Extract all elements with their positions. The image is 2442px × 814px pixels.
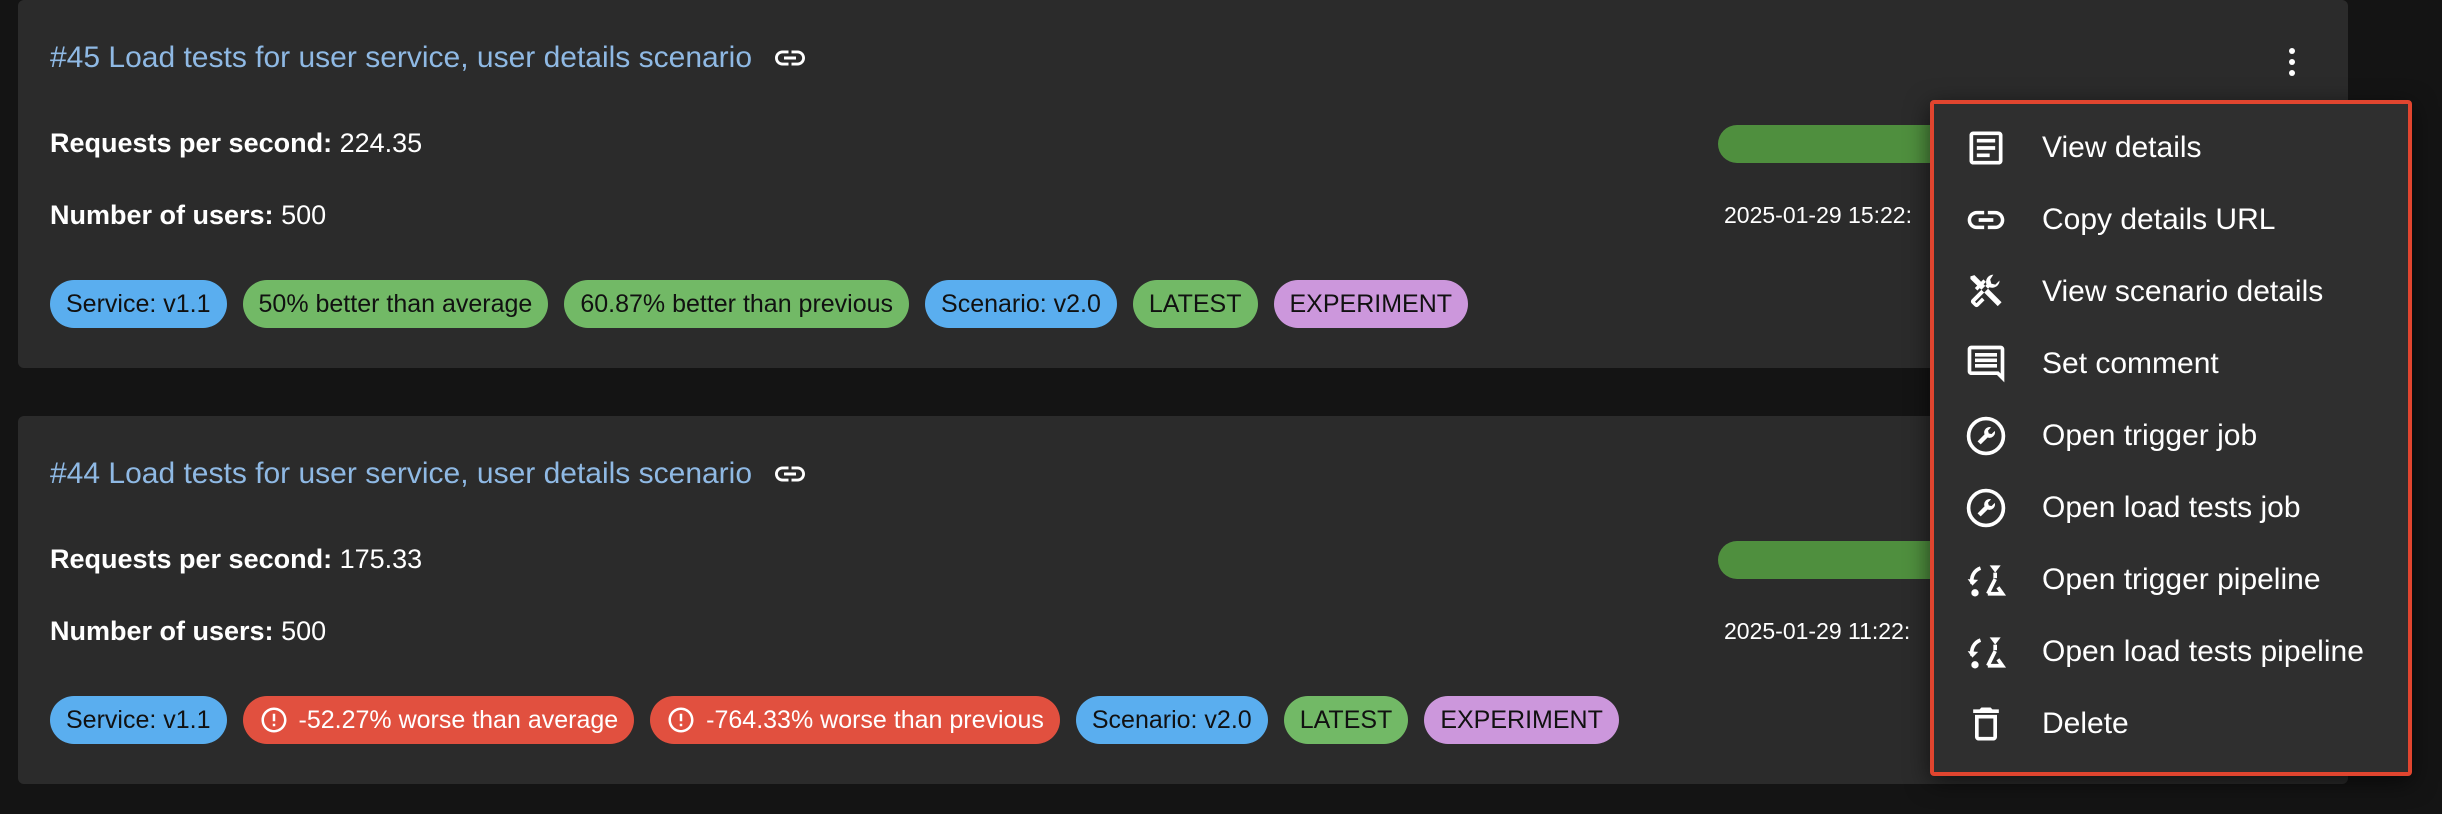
menu-item-set-comment[interactable]: Set comment	[1934, 328, 2408, 400]
users-value: 500	[281, 200, 327, 230]
menu-item-label: Open trigger pipeline	[2042, 563, 2321, 596]
chip-list: Service: v1.1 50% better than average 60…	[50, 280, 1469, 328]
menu-item-copy-details-url[interactable]: Copy details URL	[1934, 184, 2408, 256]
latest-chip: LATEST	[1283, 696, 1409, 744]
service-version-chip: Service: v1.1	[50, 696, 227, 744]
link-icon[interactable]	[772, 40, 808, 76]
service-version-chip: Service: v1.1	[50, 280, 227, 328]
number-of-users: Number of users: 500	[50, 616, 326, 647]
link-icon[interactable]	[772, 456, 808, 492]
users-label: Number of users:	[50, 200, 274, 230]
card-title: #44 Load tests for user service, user de…	[50, 456, 808, 492]
menu-item-view-scenario-details[interactable]: View scenario details	[1934, 256, 2408, 328]
number-of-users: Number of users: 500	[50, 200, 326, 231]
scenario-version-chip: Scenario: v2.0	[925, 280, 1117, 328]
menu-item-label: Copy details URL	[2042, 203, 2276, 236]
run-datetime: 2025-01-29 11:22:	[1724, 618, 1911, 644]
experiment-chip: EXPERIMENT	[1273, 280, 1469, 328]
pipeline-icon	[1964, 630, 2008, 674]
previous-comparison-chip: -764.33% worse than previous	[650, 696, 1060, 744]
rps-label: Requests per second:	[50, 128, 333, 158]
chip-label: -52.27% worse than average	[298, 705, 619, 734]
users-value: 500	[281, 616, 327, 646]
menu-item-delete[interactable]: Delete	[1934, 688, 2408, 760]
card-title-link[interactable]: #44 Load tests for user service, user de…	[50, 457, 752, 491]
card-title-link[interactable]: #45 Load tests for user service, user de…	[50, 41, 752, 75]
menu-item-open-trigger-job[interactable]: Open trigger job	[1934, 400, 2408, 472]
requests-per-second: Requests per second: 224.35	[50, 128, 422, 159]
article-icon	[1964, 126, 2008, 170]
pipeline-icon	[1964, 558, 2008, 602]
average-comparison-chip: 50% better than average	[242, 280, 549, 328]
warning-icon	[259, 705, 289, 735]
more-options-icon[interactable]	[2280, 42, 2304, 82]
card-title: #45 Load tests for user service, user de…	[50, 40, 808, 76]
run-datetime: 2025-01-29 15:22:	[1724, 202, 1912, 228]
latest-chip: LATEST	[1132, 280, 1258, 328]
warning-icon	[666, 705, 696, 735]
menu-item-label: Open load tests pipeline	[2042, 635, 2364, 668]
menu-item-open-load-tests-pipeline[interactable]: Open load tests pipeline	[1934, 616, 2408, 688]
requests-per-second: Requests per second: 175.33	[50, 544, 422, 575]
menu-item-open-trigger-pipeline[interactable]: Open trigger pipeline	[1934, 544, 2408, 616]
menu-item-label: Delete	[2042, 707, 2129, 740]
wrench-circle-icon	[1964, 414, 2008, 458]
menu-item-label: Open trigger job	[2042, 419, 2258, 452]
menu-item-label: Open load tests job	[2042, 491, 2301, 524]
average-comparison-chip: -52.27% worse than average	[242, 696, 635, 744]
scenario-version-chip: Scenario: v2.0	[1075, 696, 1268, 744]
menu-item-label: Set comment	[2042, 347, 2219, 380]
rps-value: 224.35	[339, 128, 423, 158]
trash-icon	[1964, 702, 2008, 746]
comment-icon	[1964, 342, 2008, 386]
rps-value: 175.33	[339, 544, 423, 574]
previous-comparison-chip: 60.87% better than previous	[564, 280, 910, 328]
menu-item-label: View scenario details	[2042, 275, 2324, 308]
context-menu: View details Copy details URL View scena…	[1930, 100, 2412, 776]
wrench-circle-icon	[1964, 486, 2008, 530]
experiment-chip: EXPERIMENT	[1424, 696, 1619, 744]
link-icon	[1964, 198, 2008, 242]
menu-item-label: View details	[2042, 131, 2202, 164]
tools-icon	[1964, 270, 2008, 314]
menu-item-open-load-tests-job[interactable]: Open load tests job	[1934, 472, 2408, 544]
users-label: Number of users:	[50, 616, 274, 646]
menu-item-view-details[interactable]: View details	[1934, 112, 2408, 184]
rps-label: Requests per second:	[50, 544, 333, 574]
chip-label: -764.33% worse than previous	[706, 705, 1044, 734]
chip-list: Service: v1.1 -52.27% worse than average…	[50, 696, 1619, 744]
